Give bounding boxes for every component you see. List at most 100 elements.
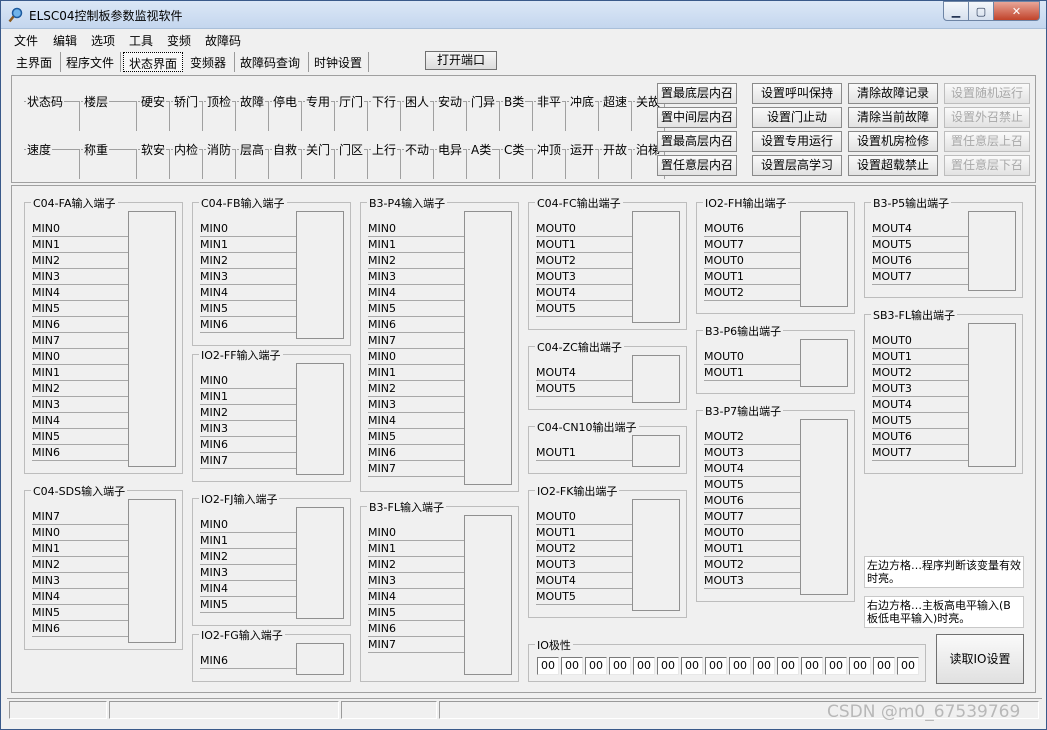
group-c04fb: C04-FB输入端子 MIN0 MIN1 MIN2 MIN3 MIN4 MIN5 MIN6 bbox=[192, 195, 351, 346]
cmd-button-col4-1[interactable]: 设置外召禁止 bbox=[944, 107, 1030, 128]
group-title: C04-FA输入端子 bbox=[31, 195, 118, 211]
io-polarity-field-3[interactable]: 00 bbox=[609, 657, 631, 675]
pin-label: MIN6 bbox=[200, 437, 296, 453]
status-item-row2-13: C类 bbox=[501, 135, 533, 179]
pin-label: MIN1 bbox=[32, 365, 128, 381]
status-item-row2-2: 软安 bbox=[138, 135, 170, 179]
pin-label: MOUT7 bbox=[704, 237, 800, 253]
title-bar[interactable]: ELSC04控制板参数监视软件 ▁ ▢ ✕ bbox=[1, 1, 1046, 29]
cmd-button-col3-0[interactable]: 清除故障记录 bbox=[848, 83, 938, 104]
menu-tools[interactable]: 工具 bbox=[129, 32, 153, 49]
menu-file[interactable]: 文件 bbox=[14, 32, 38, 49]
status-label: 上行 bbox=[371, 141, 398, 158]
cmd-button-col2-0[interactable]: 设置呼叫保持 bbox=[752, 83, 842, 104]
status-segment-3 bbox=[341, 701, 437, 719]
cmd-button-col3-3[interactable]: 设置超载禁止 bbox=[848, 155, 938, 176]
io-polarity-field-10[interactable]: 00 bbox=[777, 657, 799, 675]
menu-options[interactable]: 选项 bbox=[91, 32, 115, 49]
status-label: 安动 bbox=[437, 93, 464, 110]
minimize-button[interactable]: ▁ bbox=[943, 1, 969, 21]
cmd-button-col1-1[interactable]: 置中间层内召 bbox=[657, 107, 737, 128]
io-polarity-field-14[interactable]: 00 bbox=[873, 657, 895, 675]
pin-label: MIN2 bbox=[32, 253, 128, 269]
group-b3p7: B3-P7输出端子 MOUT2 MOUT3 MOUT4 MOUT5 MOUT6 MOUT7 M… bbox=[696, 403, 855, 602]
status-label: 开故 bbox=[602, 141, 629, 158]
pin-label: MOUT5 bbox=[704, 477, 800, 493]
group-title: B3-FL输入端子 bbox=[367, 499, 446, 515]
note-left-box: 左边方格…程序判断该变量有效时亮。 bbox=[864, 556, 1024, 588]
open-port-button[interactable]: 打开端口 bbox=[425, 51, 497, 70]
menu-edit[interactable]: 编辑 bbox=[53, 32, 77, 49]
pin-label: MOUT6 bbox=[872, 429, 968, 445]
status-label: 称重 bbox=[83, 141, 110, 158]
cmd-button-col1-3[interactable]: 置任意层内召 bbox=[657, 155, 737, 176]
cmd-button-col4-2[interactable]: 置任意层上召 bbox=[944, 131, 1030, 152]
status-item-row1-5: 故障 bbox=[237, 87, 269, 131]
cmd-button-col2-3[interactable]: 设置层高学习 bbox=[752, 155, 842, 176]
pin-label: MOUT3 bbox=[536, 557, 632, 573]
menu-inverter[interactable]: 变频 bbox=[167, 32, 191, 49]
status-item-row1-2: 硬安 bbox=[138, 87, 170, 131]
group-title: C04-CN10输出端子 bbox=[535, 419, 639, 435]
io-polarity-field-1[interactable]: 00 bbox=[561, 657, 583, 675]
io-polarity-field-4[interactable]: 00 bbox=[633, 657, 655, 675]
pin-state-box bbox=[800, 211, 848, 307]
pin-label: MIN1 bbox=[368, 541, 464, 557]
cmd-button-col4-0[interactable]: 设置随机运行 bbox=[944, 83, 1030, 104]
cmd-button-col1-0[interactable]: 置最底层内召 bbox=[657, 83, 737, 104]
tab-inverter[interactable]: 变频器 bbox=[185, 52, 235, 72]
tab-program-file[interactable]: 程序文件 bbox=[61, 52, 121, 72]
pin-label: MIN5 bbox=[368, 301, 464, 317]
menu-bar: 文件 编辑 选项 工具 变频 故障码 bbox=[1, 30, 1046, 50]
menu-fault-code[interactable]: 故障码 bbox=[205, 32, 241, 49]
status-item-row2-9: 上行 bbox=[369, 135, 401, 179]
note-right-box: 右边方格…主板高电平输入(B板低电平输入)时亮。 bbox=[864, 596, 1024, 628]
pin-label: MIN0 bbox=[368, 349, 464, 365]
tab-clock[interactable]: 时钟设置 bbox=[309, 52, 369, 72]
status-item-row1-13: B类 bbox=[501, 87, 533, 131]
pin-label: MIN3 bbox=[368, 269, 464, 285]
io-polarity-field-5[interactable]: 00 bbox=[657, 657, 679, 675]
pin-label: MIN7 bbox=[368, 461, 464, 477]
io-polarity-field-15[interactable]: 00 bbox=[897, 657, 919, 675]
read-io-button[interactable]: 读取IO设置 bbox=[936, 634, 1024, 684]
io-polarity-title: IO极性 bbox=[535, 637, 573, 653]
pin-label: MIN0 bbox=[200, 517, 296, 533]
close-button[interactable]: ✕ bbox=[994, 1, 1040, 21]
cmd-button-col1-2[interactable]: 置最高层内召 bbox=[657, 131, 737, 152]
maximize-button[interactable]: ▢ bbox=[969, 1, 994, 21]
io-polarity-field-13[interactable]: 00 bbox=[849, 657, 871, 675]
io-polarity-field-11[interactable]: 00 bbox=[801, 657, 823, 675]
pin-label: MIN2 bbox=[200, 549, 296, 565]
io-polarity-field-9[interactable]: 00 bbox=[753, 657, 775, 675]
cmd-button-col3-2[interactable]: 设置机房检修 bbox=[848, 131, 938, 152]
group-c04fa: C04-FA输入端子 MIN0 MIN1 MIN2 MIN3 MIN4 MIN5 MIN6 MI… bbox=[24, 195, 183, 474]
io-polarity-field-8[interactable]: 00 bbox=[729, 657, 751, 675]
status-segment-2 bbox=[109, 701, 339, 719]
tab-status[interactable]: 状态界面 bbox=[123, 52, 183, 72]
pin-label: MIN5 bbox=[32, 301, 128, 317]
cmd-button-col4-3[interactable]: 置任意层下召 bbox=[944, 155, 1030, 176]
pin-state-box bbox=[968, 323, 1016, 467]
group-io2fk: IO2-FK输出端子 MOUT0 MOUT1 MOUT2 MOUT3 MOUT4 MOUT5 bbox=[528, 483, 687, 618]
io-polarity-field-12[interactable]: 00 bbox=[825, 657, 847, 675]
io-polarity-field-2[interactable]: 00 bbox=[585, 657, 607, 675]
pin-state-box bbox=[800, 339, 848, 387]
pin-label: MOUT6 bbox=[872, 253, 968, 269]
io-polarity-field-7[interactable]: 00 bbox=[705, 657, 727, 675]
io-polarity-group: IO极性 00 00 00 00 00 00 00 00 00 00 00 00 00 00 00 00 bbox=[528, 637, 926, 682]
tab-main[interactable]: 主界面 bbox=[11, 52, 61, 72]
io-polarity-field-0[interactable]: 00 bbox=[537, 657, 559, 675]
io-polarity-field-6[interactable]: 00 bbox=[681, 657, 703, 675]
pin-label: MIN3 bbox=[32, 269, 128, 285]
status-item-row2-1: 称重 bbox=[81, 135, 137, 179]
status-label: 自救 bbox=[272, 141, 299, 158]
status-label: 运开 bbox=[569, 141, 596, 158]
pin-label: MIN1 bbox=[200, 533, 296, 549]
cmd-button-col2-2[interactable]: 设置专用运行 bbox=[752, 131, 842, 152]
tab-fault-query[interactable]: 故障码查询 bbox=[235, 52, 309, 72]
cmd-button-col2-1[interactable]: 设置门止动 bbox=[752, 107, 842, 128]
pin-label: MIN1 bbox=[32, 541, 128, 557]
status-item-row1-12: 门异 bbox=[468, 87, 500, 131]
cmd-button-col3-1[interactable]: 清除当前故障 bbox=[848, 107, 938, 128]
